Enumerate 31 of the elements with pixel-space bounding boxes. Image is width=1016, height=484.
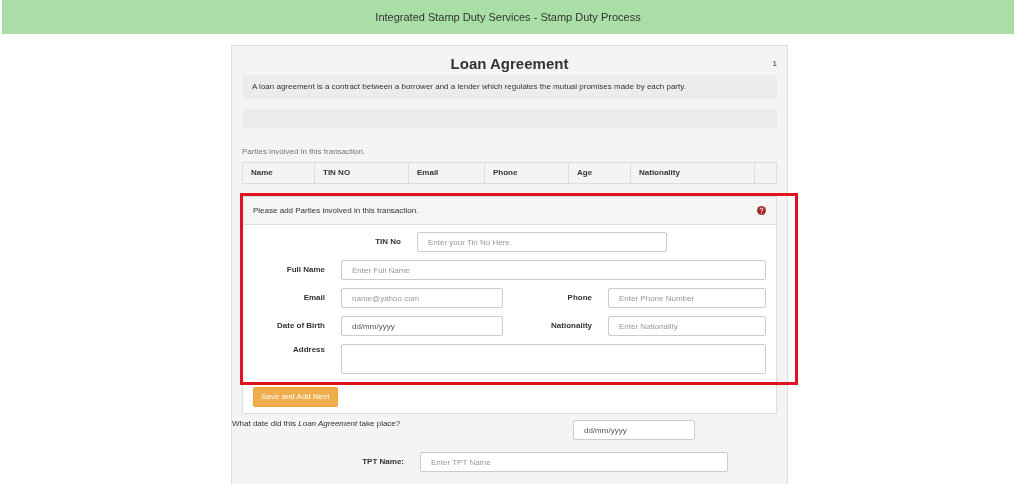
column-header: Phone bbox=[485, 163, 569, 183]
column-header: Nationality bbox=[631, 163, 755, 183]
field-label: Full Name bbox=[285, 264, 326, 276]
field-label: Phone bbox=[566, 292, 593, 304]
tpt-name-input-field[interactable]: Enter TPT Name bbox=[420, 452, 728, 472]
help-icon[interactable] bbox=[757, 206, 766, 215]
address-input-field[interactable] bbox=[341, 344, 766, 374]
page-number: 1 bbox=[772, 58, 777, 70]
panel-heading: Please add Parties involved in this transaction. bbox=[253, 204, 419, 217]
field-label: TPT Name: bbox=[361, 456, 405, 468]
header-title: Integrated Stamp Duty Services - Stamp Duty Process bbox=[375, 9, 641, 25]
date-input-field[interactable]: dd/mm/yyyy bbox=[573, 420, 695, 440]
column-header: Name bbox=[243, 163, 315, 183]
column-header: Email bbox=[409, 163, 485, 183]
description-text: A loan agreement is a contract between a borrower and a lender which regulates the mutual promises made by each party. bbox=[242, 75, 777, 99]
email-input-field[interactable]: name@yahoo.com bbox=[341, 288, 503, 308]
field-label: Email bbox=[302, 292, 326, 304]
field-label: Address bbox=[292, 344, 326, 356]
column-header: TIN NO bbox=[315, 163, 409, 183]
full-name-input-field[interactable]: Enter Full Name bbox=[341, 260, 766, 280]
field-label: Nationality bbox=[550, 320, 593, 332]
date-input-field[interactable]: dd/mm/yyyy bbox=[341, 316, 503, 336]
question-text: What date did this Loan Agreement take place? bbox=[232, 418, 401, 430]
field-label: Date of Birth bbox=[276, 320, 326, 332]
card-title: Loan Agreement bbox=[450, 54, 569, 73]
table-caption: Parties involved in this transaction. bbox=[242, 146, 367, 158]
phone-input-field[interactable]: Enter Phone Number bbox=[608, 288, 766, 308]
field-label: TIN No bbox=[374, 236, 402, 248]
nationality-input-field[interactable]: Enter Nationality bbox=[608, 316, 766, 336]
column-header: Age bbox=[569, 163, 631, 183]
tin-input-field[interactable]: Enter your Tin No Here. bbox=[417, 232, 667, 252]
